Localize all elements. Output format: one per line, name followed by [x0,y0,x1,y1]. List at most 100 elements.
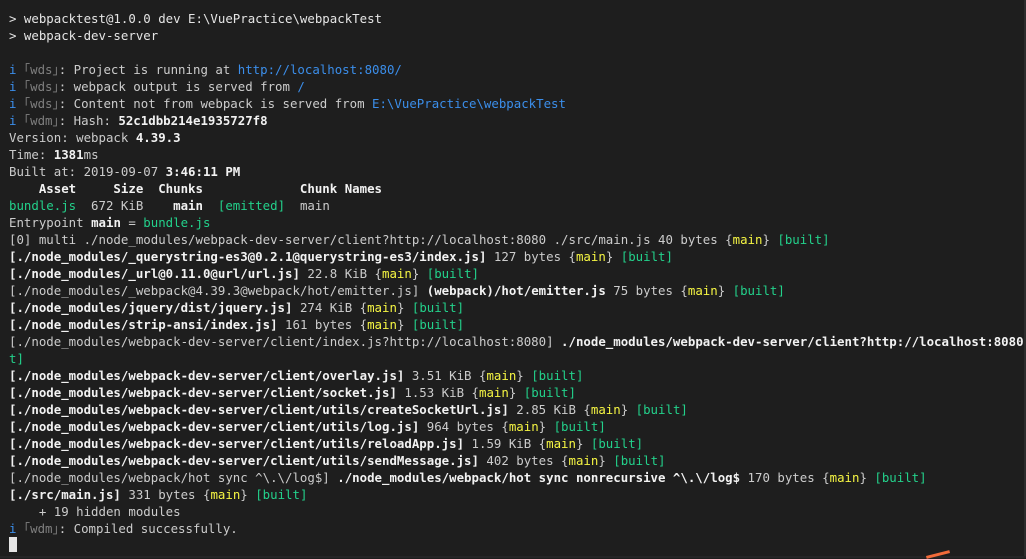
terminal-text-segment: 331 bytes { [121,487,211,502]
terminal-text-segment: ms [84,147,99,162]
terminal-line: t] [9,350,1026,367]
terminal-text-segment: ｢wds｣ [24,96,59,111]
terminal-text-segment: } [606,249,621,264]
terminal-line: i ｢wds｣: webpack output is served from / [9,78,1026,95]
terminal-text-segment: : Hash: [59,113,119,128]
terminal-text-segment [203,198,218,213]
terminal-text-segment: 52c1dbb214e1935727f8 [118,113,267,128]
terminal-text-segment: } [598,453,613,468]
terminal-text-segment: ｢wdm｣ [24,113,59,128]
terminal-text-segment: main [576,249,606,264]
terminal-text-segment: [built] [554,419,606,434]
terminal-text-segment: 1.53 KiB { [397,385,479,400]
terminal-text-segment: main [173,198,203,213]
terminal-text-segment: ./node_modules/webpack/hot sync nonrecur… [330,470,740,485]
terminal-text-segment: : Project is running at [59,62,238,77]
terminal-text-segment: + 19 hidden modules [9,504,181,519]
terminal-text-segment: 964 bytes { [419,419,509,434]
terminal-text-segment: [./node_modules/webpack-dev-server/clien… [9,436,464,451]
terminal-text-segment: : Content not from webpack is served fro… [59,96,372,111]
terminal-text-segment: [0] multi ./node_modules/webpack-dev-ser… [9,232,733,247]
terminal-text-segment: > webpacktest@1.0.0 dev E:\VuePractice\w… [9,11,382,26]
terminal-text-segment: main [91,215,121,230]
terminal-line: > webpacktest@1.0.0 dev E:\VuePractice\w… [9,10,1026,27]
terminal-text-segment: 75 bytes { [606,283,688,298]
terminal-text-segment: [./node_modules/webpack-dev-server/clien… [9,385,397,400]
terminal-line: Asset Size Chunks Chunk Names [9,180,1026,197]
terminal-text-segment: [built] [874,470,926,485]
terminal-text-segment: bundle.js [9,198,76,213]
terminal-text-segment: [./node_modules/webpack-dev-server/clien… [9,453,479,468]
terminal-text-segment: t] [9,351,24,366]
terminal-blank-line [9,44,1026,61]
terminal-text-segment: } [516,368,531,383]
terminal-text-segment: main [509,419,539,434]
terminal-line: [./node_modules/webpack-dev-server/clien… [9,435,1026,452]
terminal-text-segment: [./node_modules/webpack-dev-server/clien… [9,368,404,383]
terminal-line: i ｢wdm｣: Compiled successfully. [9,520,1026,537]
terminal-text-segment: Entrypoint [9,215,91,230]
terminal-text-segment: E:\VuePractice\webpackTest [372,96,566,111]
terminal-text-segment: : Compiled successfully. [59,521,238,536]
terminal-line: bundle.js 672 KiB main [emitted] main [9,197,1026,214]
terminal-text-segment: [built] [733,283,785,298]
terminal-text-segment: main [382,266,412,281]
terminal-text-segment: Time: [9,147,54,162]
terminal-text-segment: / [297,79,304,94]
terminal-line: Time: 1381ms [9,146,1026,163]
terminal-text-segment: [built] [621,249,673,264]
terminal-text-segment: ｢wdm｣ [24,521,59,536]
terminal-text-segment: [./node_modules/webpack-dev-server/clien… [9,419,419,434]
terminal-text-segment: ｢wds｣ [24,79,59,94]
terminal-text-segment: 1.59 KiB { [464,436,546,451]
terminal-text-segment: main [733,232,763,247]
terminal-text-segment: i [9,113,24,128]
terminal-text-segment: [built] [777,232,829,247]
terminal-text-segment: } [718,283,733,298]
terminal-text-segment: [built] [636,402,688,417]
terminal-text-segment: Built at: 2019-09-07 [9,164,166,179]
terminal-line: [./src/main.js] 331 bytes {main} [built] [9,486,1026,503]
terminal-text-segment: } [509,385,524,400]
terminal-text-segment: [built] [255,487,307,502]
terminal-text-segment: } [576,436,591,451]
terminal-text-segment: 3.51 KiB { [404,368,486,383]
terminal-text-segment: 4.39.3 [136,130,181,145]
terminal-text-segment: http://localhost:8080/ [238,62,402,77]
terminal-text-segment: 3:46:11 PM [166,164,241,179]
terminal-prompt-line[interactable] [9,537,1026,554]
terminal-text-segment: main [830,470,860,485]
terminal-text-segment: : webpack output is served from [59,79,298,94]
terminal-line: Version: webpack 4.39.3 [9,129,1026,146]
terminal-text-segment: } [621,402,636,417]
terminal-text-segment: [built] [591,436,643,451]
terminal-line: i ｢wdm｣: Hash: 52c1dbb214e1935727f8 [9,112,1026,129]
terminal-text-segment: 127 bytes { [486,249,576,264]
terminal-text-segment: i [9,521,24,536]
terminal-output[interactable]: > webpacktest@1.0.0 dev E:\VuePractice\w… [0,0,1026,558]
terminal-line: [0] multi ./node_modules/webpack-dev-ser… [9,231,1026,248]
terminal-line: [./node_modules/webpack-dev-server/clien… [9,452,1026,469]
terminal-text-segment: main [546,436,576,451]
terminal-text-segment: 672 KiB [76,198,173,213]
terminal-text-segment: [./node_modules/_url@0.11.0@url/url.js] [9,266,300,281]
terminal-text-segment: } [859,470,874,485]
terminal-text-segment: main [569,453,599,468]
terminal-text-segment: [./node_modules/webpack/hot sync ^\.\/lo… [9,470,330,485]
terminal-line: [./node_modules/jquery/dist/jquery.js] 2… [9,299,1026,316]
terminal-line: + 19 hidden modules [9,503,1026,520]
terminal-text-segment: [built] [613,453,665,468]
terminal-text-segment: } [539,419,554,434]
terminal-text-segment: 161 bytes { [278,317,368,332]
terminal-text-segment: [emitted] [218,198,285,213]
terminal-text-segment: 274 KiB { [292,300,367,315]
terminal-text-segment: [built] [531,368,583,383]
terminal-text-segment: 170 bytes { [740,470,830,485]
terminal-line: [./node_modules/webpack-dev-server/clien… [9,401,1026,418]
terminal-text-segment: main [285,198,330,213]
terminal-text-segment: main [591,402,621,417]
terminal-text-segment: ./node_modules/webpack-dev-server/client… [554,334,1024,349]
terminal-text-segment: [./node_modules/webpack-dev-server/clien… [9,402,509,417]
terminal-text-segment: (webpack)/hot/emitter.js [419,283,606,298]
terminal-text-segment: bundle.js [143,215,210,230]
